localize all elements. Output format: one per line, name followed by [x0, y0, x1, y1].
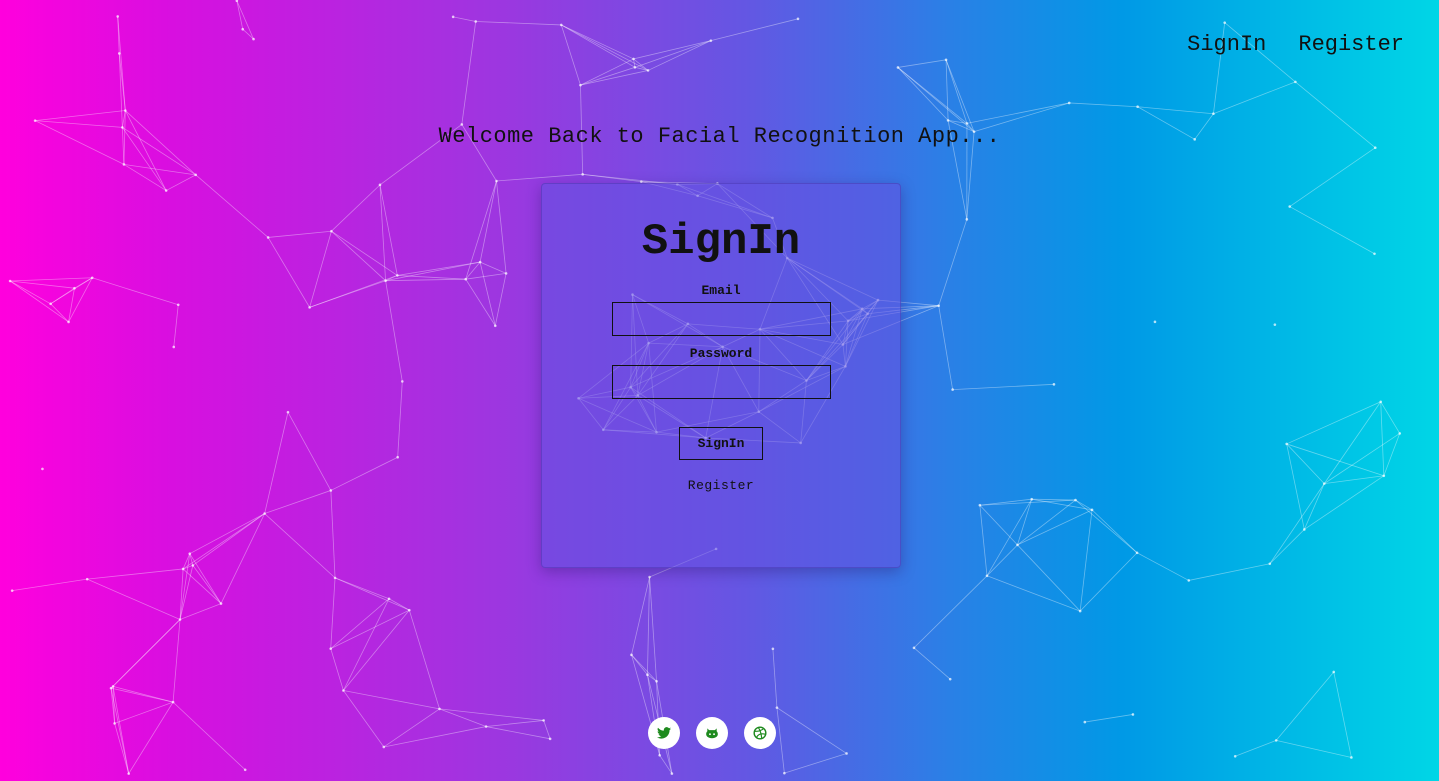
password-label: Password: [689, 346, 753, 361]
social-links: [648, 717, 776, 749]
password-field[interactable]: [611, 365, 831, 399]
github-link[interactable]: [696, 717, 728, 749]
signin-button[interactable]: SignIn: [679, 427, 763, 460]
signin-title: SignIn: [641, 217, 801, 267]
github-icon: [706, 728, 718, 739]
twitter-link[interactable]: [648, 717, 680, 749]
signin-card: SignIn Email Password SignIn Register: [541, 183, 901, 568]
dribbble-link[interactable]: [744, 717, 776, 749]
register-link[interactable]: Register: [542, 478, 900, 493]
email-label: Email: [701, 283, 741, 298]
nav-signin-link[interactable]: SignIn: [1187, 32, 1266, 57]
top-nav: SignIn Register: [1187, 32, 1404, 57]
dribbble-icon: [753, 726, 767, 740]
twitter-icon: [657, 727, 671, 739]
nav-register-link[interactable]: Register: [1298, 32, 1404, 57]
welcome-heading: Welcome Back to Facial Recognition App..…: [438, 124, 1001, 149]
email-field[interactable]: [611, 302, 831, 336]
